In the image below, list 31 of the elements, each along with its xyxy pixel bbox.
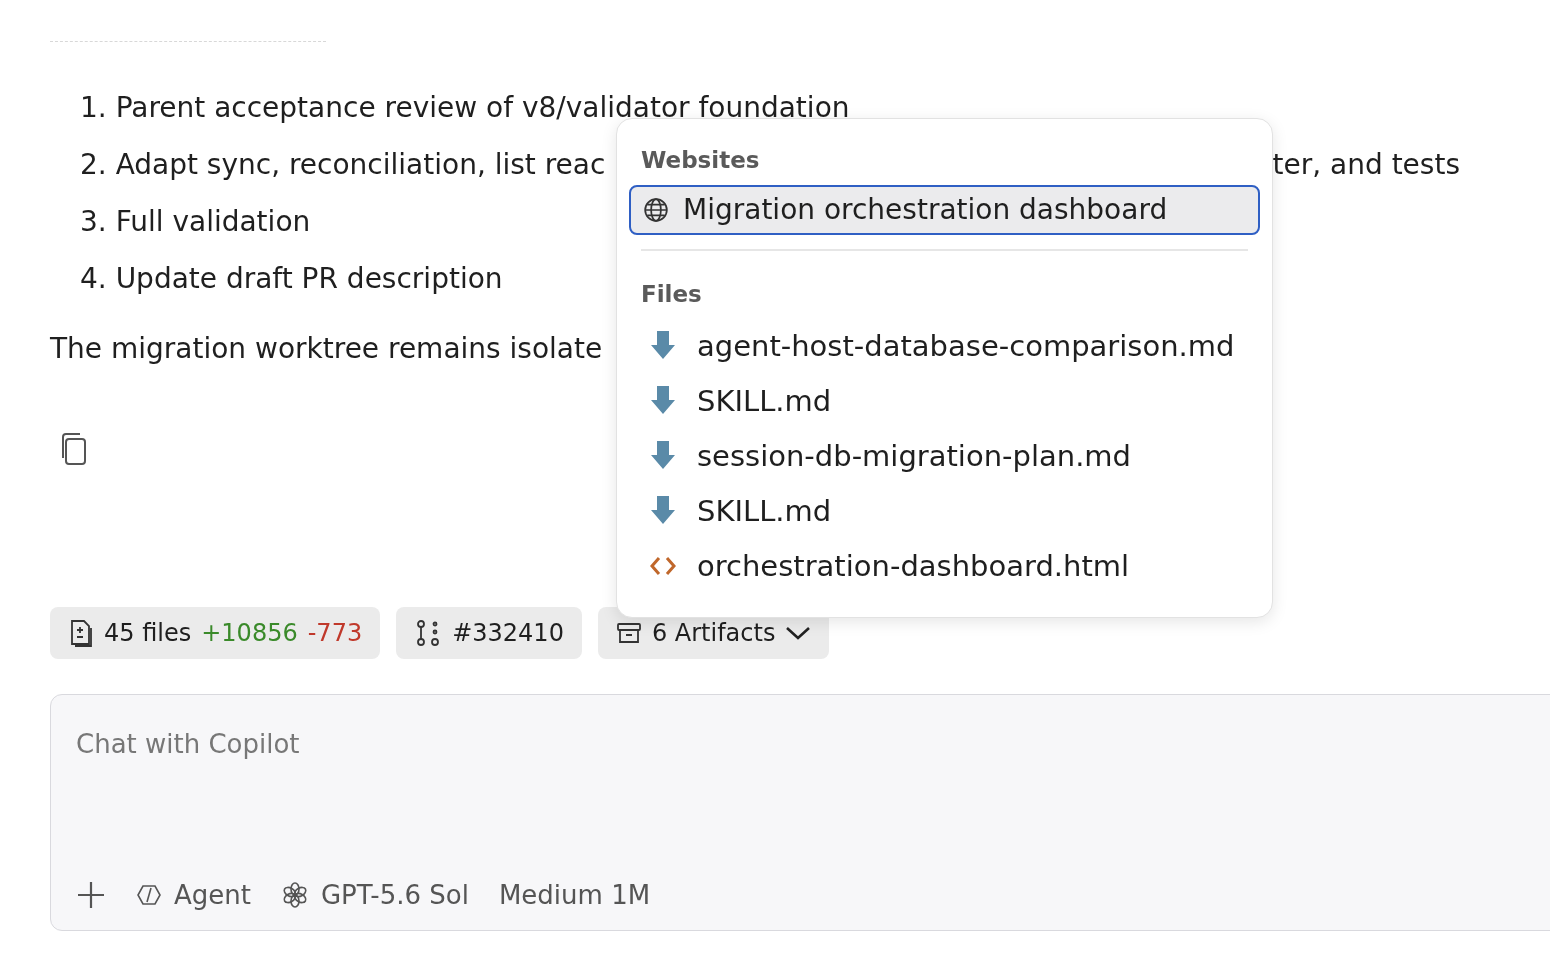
mode-button[interactable]: Agent: [136, 880, 251, 910]
section-title: Files: [640, 280, 703, 307]
artifact-item[interactable]: session-db-migration-plan.md: [629, 428, 1260, 484]
section-title: Websites: [640, 147, 761, 173]
files-chip[interactable]: 45 files +10856 -773: [50, 607, 381, 659]
code-icon: [649, 554, 677, 577]
list-item: 2. Adapt sync, reconciliation, list reac: [80, 147, 606, 183]
agent-icon: [136, 884, 162, 906]
list-item: 3. Full validation: [80, 204, 311, 240]
archive-icon: [615, 621, 642, 645]
pr-chip[interactable]: #332410: [396, 607, 582, 659]
list-item-text: ter, and tests: [1272, 147, 1460, 183]
plus-icon[interactable]: [76, 880, 106, 910]
artifact-item[interactable]: SKILL.md: [629, 483, 1260, 539]
chevron-down-icon: [785, 625, 812, 641]
model-button[interactable]: GPT-5.6 Sol: [280, 880, 469, 910]
effort-button[interactable]: Medium 1M: [498, 880, 651, 910]
chat-input-field[interactable]: Chat with Copilot: [76, 729, 676, 759]
arrow-down-icon: [649, 495, 677, 526]
flower-icon: [280, 881, 309, 909]
summary-text: The migration worktree remains isolate: [50, 331, 603, 367]
arrow-down-icon: [649, 385, 677, 416]
arrow-down-icon: [649, 440, 677, 471]
artifact-item[interactable]: agent-host-database-comparison.md: [629, 318, 1260, 374]
list-item: 1. Parent acceptance review of v8/validator foundation: [80, 90, 850, 126]
document-icon: [68, 618, 94, 648]
artifact-item[interactable]: orchestration-dashboard.html: [629, 538, 1260, 593]
list-item: 4. Update draft PR description: [80, 261, 503, 297]
artifact-item[interactable]: SKILL.md: [629, 373, 1260, 429]
artifact-item[interactable]: Migration orchestration dashboard: [629, 185, 1260, 235]
globe-icon: [643, 196, 669, 223]
